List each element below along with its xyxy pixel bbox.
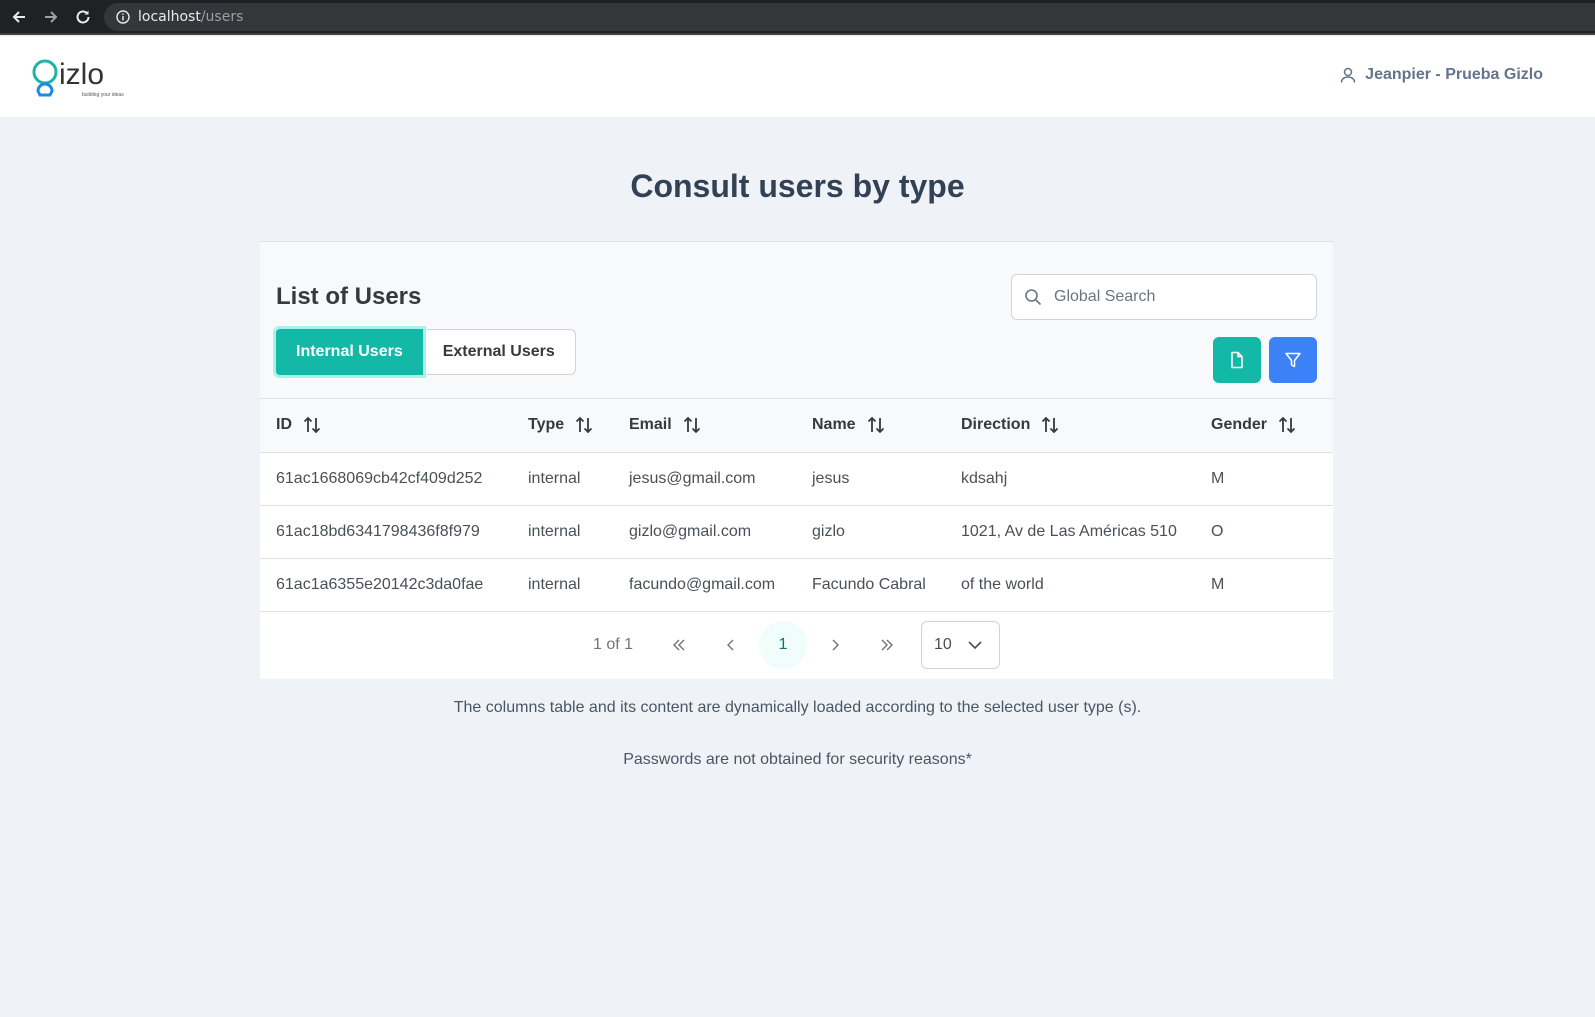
first-page-button[interactable] [655,621,703,669]
rows-per-page-dropdown[interactable]: 10 [921,621,1001,669]
column-label: Email [629,416,672,434]
table-row[interactable]: 61ac1a6355e20142c3da0fae internal facund… [260,558,1333,612]
sort-icon[interactable] [302,415,322,435]
internal-users-button[interactable]: Internal Users [276,329,423,375]
cell-direction: kdsahj [945,452,1195,506]
sort-icon[interactable] [574,415,594,435]
page-button-current[interactable]: 1 [759,621,808,669]
page-report: 1 of 1 [592,636,634,653]
table-toolbar: List of Users Internal Users External Us… [260,241,1333,399]
user-name: Jeanpier - Prueba Gizlo [1365,66,1543,83]
cell-id: 61ac1668069cb42cf409d252 [260,452,512,506]
export-button[interactable] [1213,337,1261,383]
column-label: Type [528,416,565,434]
url-path: /users [200,9,244,25]
paginator: 1 of 1 1 10 [260,611,1333,679]
url-text: localhost/users [138,9,243,25]
cell-email: jesus@gmail.com [613,452,796,506]
filter-icon [1285,352,1301,368]
users-table: ID Type Email Name Direction Gender 61ac… [260,399,1333,612]
chevron-left-icon [727,639,734,651]
cell-name: jesus [796,452,945,506]
sort-icon[interactable] [1277,415,1297,435]
cell-email: gizlo@gmail.com [613,505,796,559]
table-row[interactable]: 61ac18bd6341798436f8f979 internal gizlo@… [260,505,1333,559]
prev-page-button[interactable] [707,621,755,669]
last-page-button[interactable] [863,621,911,669]
column-label: Direction [961,416,1031,434]
column-header-id[interactable]: ID [260,399,512,453]
reload-button[interactable] [72,6,94,28]
column-label: Gender [1211,416,1268,434]
address-bar[interactable]: localhost/users [104,3,1595,31]
next-page-button[interactable] [811,621,859,669]
file-icon [1231,351,1243,369]
search-icon [1025,289,1042,306]
cell-email: facundo@gmail.com [613,558,796,612]
user-icon [1340,67,1356,83]
app-header: izlo building your ideas Jeanpier - Prue… [0,37,1595,117]
column-header-type[interactable]: Type [512,399,613,453]
table-row[interactable]: 61ac1668069cb42cf409d252 internal jesus@… [260,452,1333,506]
cell-id: 61ac1a6355e20142c3da0fae [260,558,512,612]
svg-text:izlo: izlo [59,58,104,91]
info-icon[interactable] [116,10,130,24]
external-users-button[interactable]: External Users [422,329,576,375]
chevrons-left-icon [673,639,685,651]
cell-gender: M [1195,452,1333,506]
global-search [1011,274,1317,320]
sort-icon[interactable] [1040,415,1060,435]
cell-gender: M [1195,558,1333,612]
svg-text:building your ideas: building your ideas [82,92,124,98]
forward-button[interactable] [40,6,62,28]
cell-direction: of the world [945,558,1195,612]
global-search-input[interactable] [1054,288,1304,306]
column-header-direction[interactable]: Direction [945,399,1195,453]
cell-direction: 1021, Av de Las Américas 510 [945,505,1195,559]
dynamic-columns-note: The columns table and its content are dy… [453,699,1142,716]
column-label: Name [812,416,856,434]
url-host: localhost [138,9,201,25]
column-header-name[interactable]: Name [796,399,945,453]
page-title: Consult users by type [630,168,965,204]
column-label: ID [276,416,292,434]
cell-name: gizlo [796,505,945,559]
arrow-left-icon [12,11,25,23]
gizlo-logo[interactable]: izlo building your ideas [28,51,128,103]
list-title: List of Users [276,283,422,310]
user-menu[interactable]: Jeanpier - Prueba Gizlo [1339,66,1543,84]
chevrons-right-icon [881,639,894,651]
passwords-note: Passwords are not obtained for security … [623,751,972,768]
sort-icon[interactable] [866,415,886,435]
column-header-gender[interactable]: Gender [1195,399,1333,453]
users-card: List of Users Internal Users External Us… [260,241,1333,679]
column-header-email[interactable]: Email [613,399,796,453]
browser-toolbar: localhost/users [0,0,1595,35]
sort-icon[interactable] [682,415,702,435]
cell-type: internal [512,505,613,559]
cell-gender: O [1195,505,1333,559]
cell-type: internal [512,452,613,506]
chevron-down-icon [968,641,982,650]
user-type-selector: Internal Users External Users [276,329,576,375]
chevron-right-icon [832,639,840,651]
reload-icon [76,10,90,24]
table-header-row: ID Type Email Name Direction Gender [260,399,1333,453]
rows-per-page-value: 10 [934,636,952,653]
arrow-right-icon [45,11,58,23]
filter-button[interactable] [1269,337,1317,383]
back-button[interactable] [8,6,30,28]
cell-name: Facundo Cabral [796,558,945,612]
cell-id: 61ac18bd6341798436f8f979 [260,505,512,559]
cell-type: internal [512,558,613,612]
